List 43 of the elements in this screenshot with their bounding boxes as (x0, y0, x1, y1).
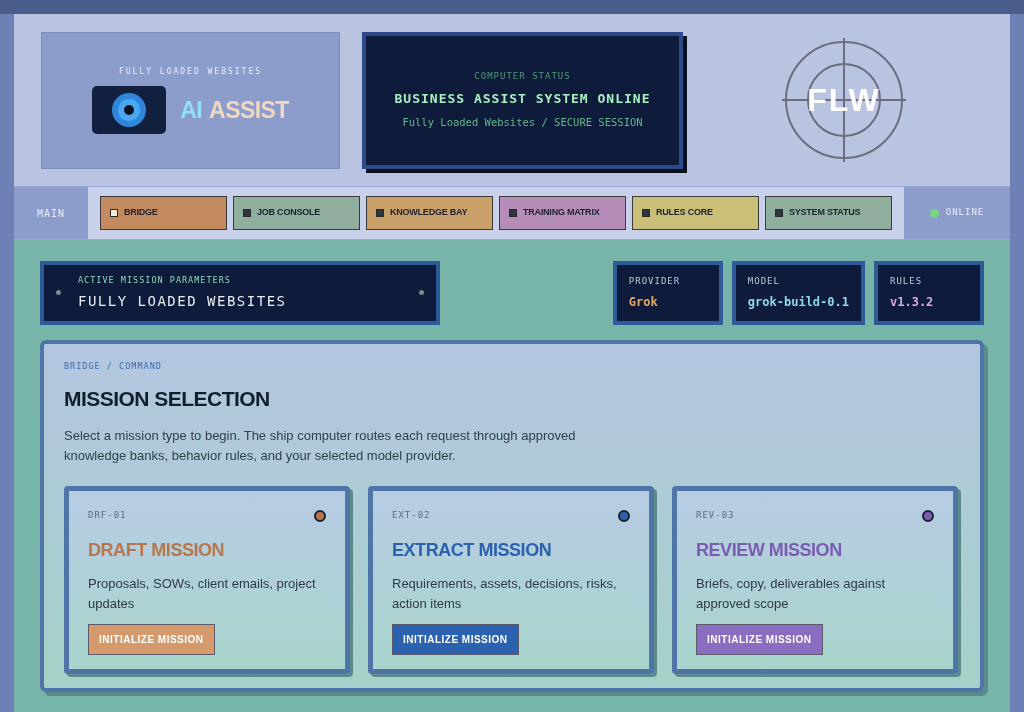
status-subline: Fully Loaded Websites / SECURE SESSION (402, 114, 643, 130)
mission-title: DRAFT MISSION (88, 538, 226, 562)
mission-description: Proposals, SOWs, client emails, project updates (88, 574, 317, 613)
brand-title-ai: AI (180, 95, 203, 125)
mission-code: DRF-01 (88, 509, 127, 523)
mission-code: REV-03 (696, 509, 735, 523)
tab-indicator-icon (775, 209, 783, 217)
nav-tab[interactable]: KNOWLEDGE BAY (366, 196, 493, 230)
mission-code: EXT-02 (392, 509, 431, 523)
parameters-value: FULLY LOADED WEBSITES (78, 291, 287, 311)
setting-value: v1.3.2 (890, 293, 935, 311)
nav-tab[interactable]: RULES CORE (632, 196, 759, 230)
tab-indicator-icon (642, 209, 650, 217)
nav-section-label: MAIN (14, 187, 88, 239)
page-title: MISSION SELECTION (64, 385, 271, 412)
status-headline: BUSINESS ASSIST SYSTEM ONLINE (394, 90, 651, 109)
tab-indicator-icon (509, 209, 517, 217)
page-description: Select a mission type to begin. The ship computer routes each request through approved knowledge banks, behavior rules, and your selected model provider. (64, 427, 577, 466)
nav-tab[interactable]: TRAINING MATRIX (499, 196, 626, 230)
setting-value: Grok (628, 293, 659, 311)
nav-tab[interactable]: BRIDGE (100, 196, 227, 230)
mission-description: Briefs, copy, deliverables against approved scope (696, 574, 887, 613)
parameters-label: ACTIVE MISSION PARAMETERS (78, 274, 231, 287)
tab-indicator-icon (243, 209, 251, 217)
setting-label: MODEL (747, 275, 781, 289)
eye-icon (92, 86, 167, 134)
mission-title: EXTRACT MISSION (392, 538, 553, 562)
setting-label: PROVIDER (628, 275, 682, 289)
initialize-mission-button[interactable]: INITIALIZE MISSION (696, 623, 823, 655)
nav-tab[interactable]: SYSTEM STATUS (765, 196, 892, 230)
brand-title-assist: ASSIST (209, 95, 289, 125)
status-label: COMPUTER STATUS (474, 69, 571, 83)
breadcrumb: BRIDGE / COMMAND (64, 360, 163, 373)
nav-tab[interactable]: JOB CONSOLE (233, 196, 360, 230)
online-label: ONLINE (945, 206, 985, 220)
setting-value: grok-build-0.1 (747, 293, 849, 311)
tab-indicator-icon (376, 209, 384, 217)
setting-label: RULES (890, 275, 924, 289)
mission-title: REVIEW MISSION (696, 538, 843, 562)
tab-indicator-icon (110, 209, 118, 217)
mission-description: Requirements, assets, decisions, risks, action items (392, 574, 618, 613)
brand-caption: FULLY LOADED WEBSITES (118, 66, 263, 78)
initialize-mission-button[interactable]: INITIALIZE MISSION (392, 623, 519, 655)
